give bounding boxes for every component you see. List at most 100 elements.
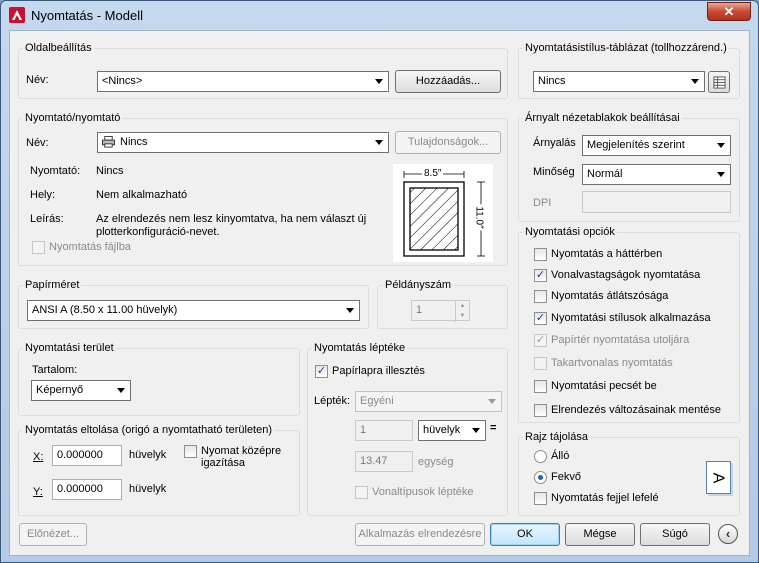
fit-to-paper-label: Papírlapra illesztés [332,365,425,377]
copies-value: 1 [416,304,423,316]
page-setup-name-label: Név: [26,74,49,86]
edit-plot-style-button[interactable] [708,71,730,93]
landscape-radio-dot [534,471,547,484]
page-setup-name-select[interactable]: <Nincs> [97,71,389,92]
paper-size-value: ANSI A (8.50 x 11.00 hüvelyk) [32,304,178,316]
scale-value1-input[interactable]: 1 [355,420,413,441]
option-box [534,248,547,261]
window-title: Nyomtatás - Modell [31,8,143,23]
copies-title: Példányszám [383,279,454,291]
option-box [534,290,547,303]
plot-style-title: Nyomtatásistílus-táblázat (tollhozzárend… [523,42,729,54]
plot-style-select[interactable]: Nincs [533,71,705,92]
shade-select[interactable]: Megjelenítés szerint [582,135,731,156]
printer-name-label: Név: [26,137,49,149]
chevron-down-icon [375,140,383,145]
portrait-label: Álló [551,450,570,462]
description-label: Leírás: [30,213,64,225]
offset-x-value: 0.000000 [57,449,103,461]
option-label: Nyomtatási pecsét be [551,380,657,392]
offset-y-label: Y: [33,486,43,498]
print-to-file-label: Nyomtatás fájlba [49,241,131,253]
center-plot-label2: igazítása [201,457,246,469]
printer-label: Nyomtató: [30,165,81,177]
offset-y-input[interactable]: 0.000000 [52,479,122,500]
help-button[interactable]: Súgó [640,523,710,546]
printer-icon [102,136,115,148]
dpi-label: DPI [533,197,552,209]
orientation-letter: A [709,472,727,484]
option-label: Nyomtatás a háttérben [551,248,663,260]
page-setup-title: Oldalbeállítás [23,42,94,54]
printer-name-select[interactable]: Nincs [97,132,389,153]
location-label: Hely: [30,189,56,201]
option-box: ✓ [534,334,547,347]
plot-area-select[interactable]: Képernyő [31,380,131,401]
dialog-window: Nyomtatás - Modell ✕ Oldalbeállítás Név:… [0,0,759,563]
upside-down-label: Nyomtatás fejjel lefelé [551,492,659,504]
landscape-label: Fekvő [551,471,581,483]
ok-button[interactable]: OK [490,523,560,546]
scale-select[interactable]: Egyéni [355,391,502,412]
add-page-setup-button[interactable]: Hozzáadás... [395,70,501,93]
center-plot-label1: Nyomat középre [201,445,282,457]
cancel-button[interactable]: Mégse [565,523,635,546]
scale-unit-value: hüvelyk [423,424,461,436]
printer-title: Nyomtató/nyomtató [23,112,123,124]
paper-size-select[interactable]: ANSI A (8.50 x 11.00 hüvelyk) [27,300,360,321]
copies-spinner-icon[interactable]: ▲ ▼ [455,301,469,322]
copies-input[interactable]: 1 ▲ ▼ [411,300,470,322]
option-label: Takartvonalas nyomtatás [551,357,673,369]
option-label: Elrendezés változásainak mentése [551,404,721,416]
scale-unit2: egység [418,456,454,468]
chevron-down-icon [691,79,699,84]
plot-options-group [518,232,740,423]
quality-label: Minőség [533,166,575,178]
scale-unit-select[interactable]: hüvelyk [418,420,486,441]
title-bar: Nyomtatás - Modell ✕ [1,1,758,29]
scale-value2-input[interactable]: 13.47 [355,451,413,472]
scale-value: Egyéni [360,395,394,407]
paper-height-label: 11.0″ [473,204,485,231]
paper-width-label: 8.5″ [422,168,444,179]
paper-size-title: Papírméret [23,279,82,291]
plot-offset-title: Nyomtatás eltolása (origó a nyomtatható … [23,424,275,436]
close-button[interactable]: ✕ [707,2,751,21]
chevron-down-icon [346,308,354,313]
location-value: Nem alkalmazható [96,189,188,201]
plot-offset-group [18,430,300,516]
portrait-radio-dot [534,450,547,463]
offset-x-input[interactable]: 0.000000 [52,445,122,466]
quality-select[interactable]: Normál [582,164,731,185]
option-label: Nyomtatás átlátszósága [551,290,669,302]
printer-name-value: Nincs [120,136,148,148]
plot-style-value: Nincs [538,75,566,87]
dpi-input[interactable] [582,191,731,213]
autocad-icon [9,7,25,23]
apply-to-layout-button[interactable]: Alkalmazás elrendezésre [355,523,485,546]
collapse-button[interactable]: ‹ [718,524,738,544]
scale-label: Lépték: [314,395,351,407]
option-label: Vonalvastagságok nyomtatása [551,269,701,281]
chevron-down-icon [472,428,480,433]
offset-x-unit: hüvelyk [129,449,167,461]
scale-value2: 13.47 [360,455,388,467]
paper-preview: 8.5″ 11.0″ [393,164,493,262]
page-setup-name-value: <Nincs> [102,75,143,87]
offset-y-unit: hüvelyk [129,483,167,495]
dialog-body: Oldalbeállítás Név: <Nincs> Hozzáadás...… [9,30,750,556]
option-box: ✓ [534,312,547,325]
shaded-viewport-title: Árnyalt nézetablakok beállításai [523,112,682,124]
option-label: Nyomtatási stílusok alkalmazása [551,312,711,324]
option-box [534,357,547,370]
preview-button[interactable]: Előnézet... [19,523,87,546]
plot-area-what-label: Tartalom: [32,364,78,376]
description-line1: Az elrendezés nem lesz kinyomtatva, ha n… [96,213,367,225]
plot-area-value: Képernyő [36,384,84,396]
plot-options-title: Nyomtatási opciók [523,226,617,238]
option-box: ✓ [534,269,547,282]
orientation-preview-icon: A [706,461,731,494]
table-edit-icon [713,76,726,89]
printer-properties-button[interactable]: Tulajdonságok... [395,131,501,154]
fit-to-paper-box: ✓ [315,365,328,378]
